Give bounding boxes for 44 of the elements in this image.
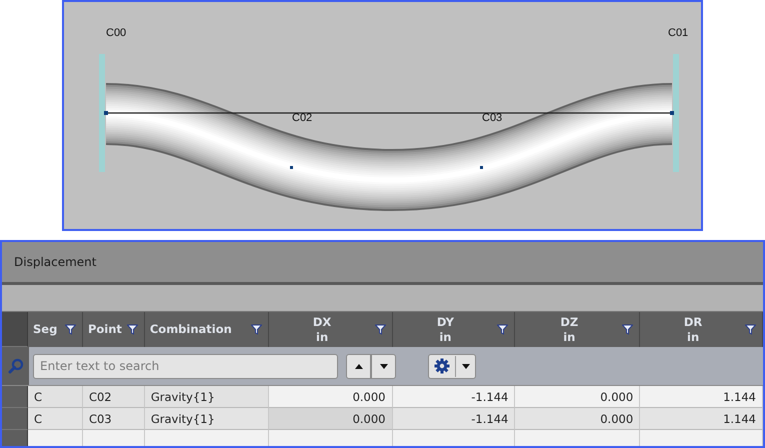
up-arrow-icon [354,364,362,368]
caret-icon [380,364,388,368]
table-cell: C02 [82,386,145,408]
table-cell: 1.144 [640,408,763,430]
table-cell: 0.000 [515,408,640,430]
table-cell: -1.144 [392,408,516,430]
table-cell: 0.000 [515,386,640,408]
column-header[interactable]: Seg [28,312,83,347]
filter-icon[interactable] [126,324,138,335]
search-field[interactable]: Enter text to search [33,354,338,378]
filter-icon[interactable] [745,324,756,335]
column-header[interactable]: DZ in [515,312,640,347]
table-cell: C [28,408,83,430]
settings-icon [434,358,450,374]
table-cell: -1.144 [392,386,516,408]
filter-icon[interactable] [250,324,262,335]
node-label: C02 [292,112,312,124]
table-cell: 0.000 [268,386,393,408]
column-header[interactable]: DR in [640,312,763,347]
caret-icon [462,364,470,368]
settings-button[interactable] [428,354,476,378]
filter-icon[interactable] [64,324,76,335]
row-header[interactable] [2,386,28,408]
node-label: C03 [482,112,502,124]
filter-icon[interactable] [497,324,508,335]
table-cell: 1.144 [640,386,763,408]
next-button[interactable] [371,354,396,378]
table-cell: Gravity{1} [144,386,269,408]
table-cell: C [28,386,83,408]
column-header[interactable]: DX in [268,312,393,347]
panel-title: Displacement [14,255,96,269]
table-cell: C03 [82,408,145,430]
filter-icon[interactable] [622,324,634,335]
previous-button[interactable] [346,354,371,378]
row-header[interactable] [2,408,28,430]
column-header[interactable]: Point [82,312,145,347]
column-header[interactable]: DY in [392,312,516,347]
table-cell: 0.000 [268,408,393,430]
table-cell: Gravity{1} [144,408,269,430]
row-header [2,312,28,347]
node-label: C00 [106,27,126,39]
column-header[interactable]: Combination [144,312,269,347]
node-label: C01 [668,27,688,39]
filter-icon[interactable] [374,324,386,335]
